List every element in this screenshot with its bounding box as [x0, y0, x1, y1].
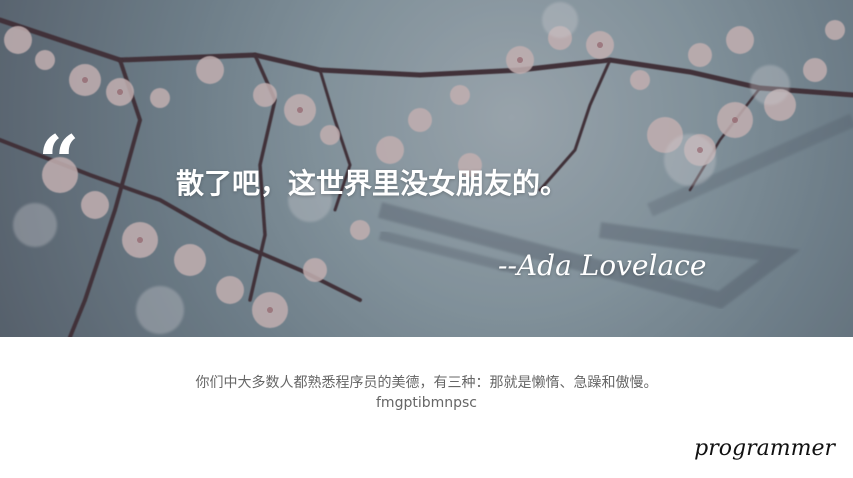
quote-mark: “ — [38, 119, 79, 204]
quote-text: 散了吧，这世界里没女朋友的。 — [176, 167, 569, 200]
quote-author: --Ada Lovelace — [498, 249, 707, 282]
hero-banner: “ 散了吧，这世界里没女朋友的。 --Ada Lovelace — [0, 0, 853, 337]
caption-line-2: fmgptibmnpsc — [376, 395, 477, 411]
caption-line-1: 你们中大多数人都熟悉程序员的美德，有三种：那就是懒惰、急躁和傲慢。 — [195, 375, 658, 391]
programmer-signature: programmer — [694, 436, 835, 461]
